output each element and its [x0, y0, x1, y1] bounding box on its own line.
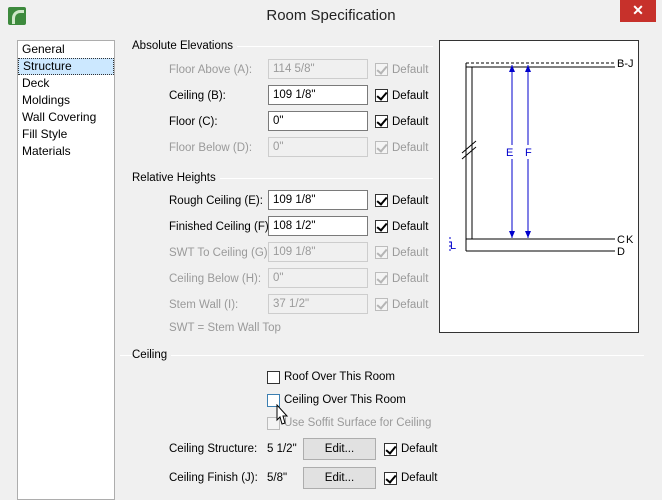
mouse-pointer-icon: [276, 404, 289, 425]
dimension-f-arrow-top: [525, 65, 531, 72]
ceiling-header: Ceiling: [132, 349, 172, 361]
floor-below-default-label: Default: [392, 142, 429, 154]
finished-ceiling-label: Finished Ceiling (F):: [169, 221, 272, 233]
floor-below-default-checkbox[interactable]: [375, 141, 388, 154]
ceiling-structure-label: Ceiling Structure:: [169, 443, 258, 455]
ceiling-finish-default-label: Default: [401, 472, 438, 484]
finished-ceiling-default-label: Default: [392, 221, 429, 233]
dimension-f-arrow-bottom: [525, 231, 531, 238]
ceiling-structure-default-label: Default: [401, 443, 438, 455]
roof-over-room-checkbox[interactable]: [267, 371, 280, 384]
nav-item-fill-style[interactable]: Fill Style: [18, 126, 114, 143]
ceiling-finish-default-checkbox[interactable]: [384, 472, 397, 485]
label-e: E: [506, 147, 513, 159]
window-title: Room Specification: [266, 7, 396, 24]
ceiling-label: Ceiling (B):: [169, 90, 226, 102]
swt-note: SWT = Stem Wall Top: [169, 322, 281, 334]
swt-to-ceiling-default-checkbox[interactable]: [375, 246, 388, 259]
soffit-surface-label: Use Soffit Surface for Ceiling: [284, 417, 432, 429]
rough-ceiling-input[interactable]: 109 1/8": [268, 190, 368, 210]
section-divider: [120, 355, 644, 356]
ceiling-below-default-label: Default: [392, 273, 429, 285]
roof-over-room-label[interactable]: Roof Over This Room: [284, 367, 395, 387]
absolute-elevations-header: Absolute Elevations: [132, 40, 238, 52]
ceiling-finish-value: 5/8": [267, 472, 288, 484]
stem-wall-label: Stem Wall (I):: [169, 299, 239, 311]
swt-to-ceiling-input[interactable]: 109 1/8": [268, 242, 368, 262]
ceiling-below-label: Ceiling Below (H):: [169, 273, 262, 285]
label-c: C: [617, 234, 625, 246]
category-list: General Structure Deck Moldings Wall Cov…: [17, 40, 115, 500]
floor-label: Floor (C):: [169, 116, 218, 128]
ceiling-finish-edit-button[interactable]: Edit...: [303, 467, 376, 489]
break-mark: [461, 140, 477, 154]
structure-diagram-svg: E F B-J C K D L: [449, 58, 634, 258]
ceiling-finish-label: Ceiling Finish (J):: [169, 472, 258, 484]
label-b-j: B-J: [617, 58, 634, 70]
floor-input[interactable]: 0": [268, 111, 368, 131]
floor-above-input[interactable]: 114 5/8": [268, 59, 368, 79]
finished-ceiling-input[interactable]: 108 1/2": [268, 216, 368, 236]
floor-default-checkbox[interactable]: [375, 115, 388, 128]
dimension-e-arrow-top: [509, 65, 515, 72]
relative-heights-header: Relative Heights: [132, 172, 220, 184]
ceiling-structure-value: 5 1/2": [267, 443, 297, 455]
nav-item-wall-covering[interactable]: Wall Covering: [18, 109, 114, 126]
rough-ceiling-default-label: Default: [392, 195, 429, 207]
close-button[interactable]: ✕: [620, 0, 656, 22]
ceiling-structure-edit-button[interactable]: Edit...: [303, 438, 376, 460]
label-l: L: [450, 240, 456, 252]
swt-to-ceiling-default-label: Default: [392, 247, 429, 259]
floor-above-label: Floor Above (A):: [169, 64, 253, 76]
ceiling-below-default-checkbox[interactable]: [375, 272, 388, 285]
nav-item-moldings[interactable]: Moldings: [18, 92, 114, 109]
stem-wall-input[interactable]: 37 1/2": [268, 294, 368, 314]
nav-item-materials[interactable]: Materials: [18, 143, 114, 160]
stem-wall-default-checkbox[interactable]: [375, 298, 388, 311]
ceiling-below-input[interactable]: 0": [268, 268, 368, 288]
ceiling-structure-default-checkbox[interactable]: [384, 443, 397, 456]
finished-ceiling-default-checkbox[interactable]: [375, 220, 388, 233]
floor-above-default-checkbox[interactable]: [375, 63, 388, 76]
nav-item-general[interactable]: General: [18, 41, 114, 58]
nav-item-deck[interactable]: Deck: [18, 75, 114, 92]
ceiling-input[interactable]: 109 1/8": [268, 85, 368, 105]
title-bar: Room Specification ✕: [0, 0, 662, 32]
dimension-e-arrow-bottom: [509, 231, 515, 238]
label-f: F: [525, 147, 532, 159]
structure-diagram: E F B-J C K D L: [439, 40, 639, 333]
break-mark: [461, 146, 477, 160]
floor-above-default-label: Default: [392, 64, 429, 76]
ceiling-default-label: Default: [392, 90, 429, 102]
floor-below-label: Floor Below (D):: [169, 142, 253, 154]
floor-below-input[interactable]: 0": [268, 137, 368, 157]
rough-ceiling-label: Rough Ceiling (E):: [169, 195, 263, 207]
stem-wall-default-label: Default: [392, 299, 429, 311]
floor-default-label: Default: [392, 116, 429, 128]
swt-to-ceiling-label: SWT To Ceiling (G):: [169, 247, 271, 259]
label-k: K: [626, 234, 634, 246]
label-d: D: [617, 246, 625, 258]
nav-item-structure[interactable]: Structure: [18, 58, 114, 75]
ceiling-default-checkbox[interactable]: [375, 89, 388, 102]
ceiling-over-room-label[interactable]: Ceiling Over This Room: [284, 390, 406, 410]
rough-ceiling-default-checkbox[interactable]: [375, 194, 388, 207]
